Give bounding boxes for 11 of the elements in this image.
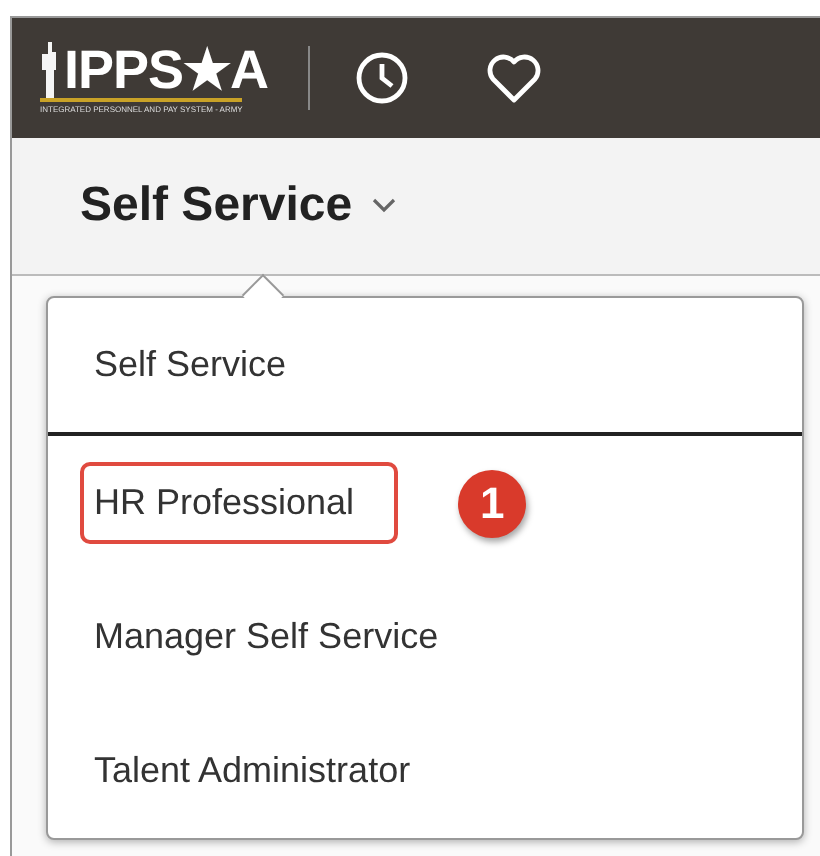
chevron-down-icon xyxy=(372,198,397,214)
step-badge: 1 xyxy=(458,469,527,537)
heart-icon[interactable] xyxy=(486,52,543,104)
menu-item[interactable]: Manager Self Service xyxy=(80,596,483,678)
menu-item[interactable]: Self Service xyxy=(80,324,331,406)
logo-text: IPPS★A xyxy=(64,42,269,98)
menu-item[interactable]: Talent Administrator xyxy=(80,730,455,812)
page-title-dropdown[interactable]: Self Service xyxy=(80,178,397,234)
soldier-icon xyxy=(40,42,60,98)
menu-item[interactable]: HR Professional xyxy=(80,462,399,544)
clock-icon[interactable] xyxy=(354,50,411,106)
